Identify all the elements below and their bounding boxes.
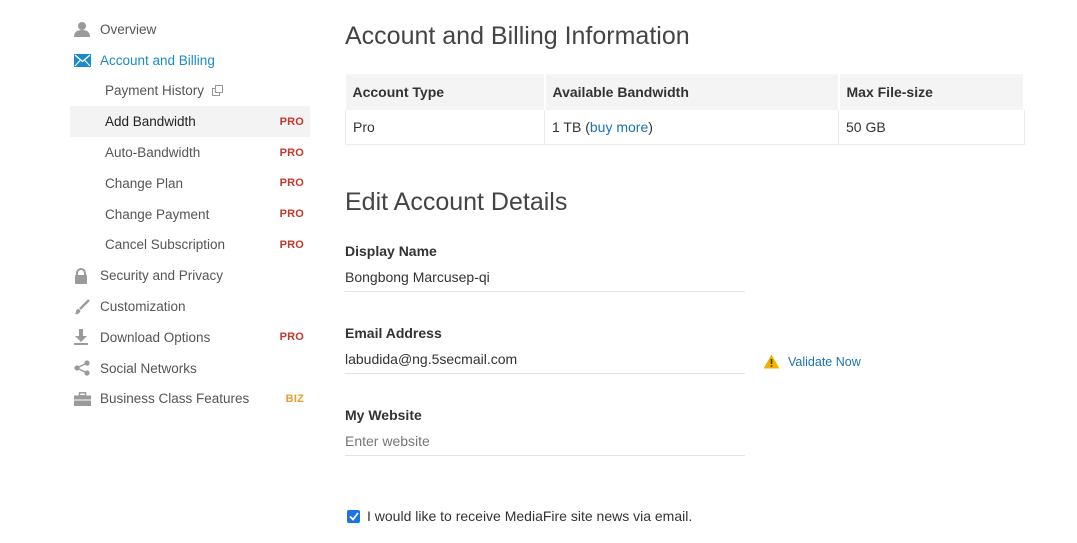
sidebar-item-social-networks[interactable]: Social Networks <box>70 353 310 384</box>
column-header-bandwidth: Available Bandwidth <box>544 74 840 110</box>
sidebar-item-label: Add Bandwidth <box>105 114 196 130</box>
sidebar-item-change-payment[interactable]: Change Payment PRO <box>70 199 310 230</box>
pro-badge: PRO <box>279 208 304 221</box>
warning-icon <box>763 354 780 369</box>
display-name-label: Display Name <box>345 243 437 259</box>
newsletter-label: I would like to receive MediaFire site n… <box>367 508 693 524</box>
max-file-size-value: 50 GB <box>838 110 1025 145</box>
newsletter-checkbox[interactable] <box>347 509 360 523</box>
pro-badge: PRO <box>279 331 304 344</box>
table-row: Pro 1 TB (buy more) 50 GB <box>345 110 1025 145</box>
sidebar-item-business-class[interactable]: Business Class Features BIZ <box>70 384 310 415</box>
sidebar-item-change-plan[interactable]: Change Plan PRO <box>70 168 310 199</box>
column-header-max-file-size: Max File-size <box>838 74 1025 110</box>
page-title: Account and Billing Information <box>345 22 690 50</box>
sidebar-item-account-billing[interactable]: Account and Billing <box>70 45 310 76</box>
sidebar-item-label: Social Networks <box>100 360 197 376</box>
settings-sidebar: Overview Account and Billing Payment His… <box>70 14 310 414</box>
validate-now-link[interactable]: Validate Now <box>763 354 861 369</box>
sidebar-item-label: Overview <box>100 21 157 37</box>
sidebar-item-customization[interactable]: Customization <box>70 291 310 322</box>
sidebar-item-label: Change Payment <box>105 206 210 222</box>
sidebar-item-label: Business Class Features <box>100 391 250 407</box>
website-label: My Website <box>345 407 422 423</box>
sidebar-item-label: Customization <box>100 299 186 315</box>
email-input[interactable] <box>345 345 745 374</box>
email-label: Email Address <box>345 325 442 341</box>
website-input[interactable] <box>345 427 745 456</box>
sidebar-item-label: Security and Privacy <box>100 268 224 284</box>
sidebar-item-label: Cancel Subscription <box>105 237 226 253</box>
pro-badge: PRO <box>279 177 304 190</box>
display-name-input[interactable] <box>345 263 745 292</box>
sidebar-item-cancel-subscription[interactable]: Cancel Subscription PRO <box>70 230 310 261</box>
validate-now-label: Validate Now <box>788 354 861 369</box>
account-type-value: Pro <box>345 110 545 145</box>
biz-badge: BIZ <box>285 392 304 405</box>
share-icon <box>70 360 100 376</box>
pro-badge: PRO <box>279 238 304 251</box>
pro-badge: PRO <box>279 115 304 128</box>
sidebar-item-label: Change Plan <box>105 175 184 191</box>
edit-section-title: Edit Account Details <box>345 188 568 216</box>
sidebar-item-label: Auto-Bandwidth <box>105 145 201 161</box>
sidebar-item-label: Download Options <box>100 329 211 345</box>
brush-icon <box>70 298 100 315</box>
sidebar-item-overview[interactable]: Overview <box>70 14 310 45</box>
lock-icon <box>70 267 100 284</box>
bandwidth-value: 1 TB ( <box>552 119 590 135</box>
envelope-icon <box>70 53 100 67</box>
external-link-icon <box>212 85 224 97</box>
download-icon <box>70 329 100 346</box>
sidebar-item-download-options[interactable]: Download Options PRO <box>70 322 310 353</box>
bandwidth-suffix: ) <box>648 119 653 135</box>
pro-badge: PRO <box>279 146 304 159</box>
user-icon <box>70 21 100 38</box>
sidebar-item-auto-bandwidth[interactable]: Auto-Bandwidth PRO <box>70 137 310 168</box>
sidebar-item-label: Account and Billing <box>100 52 215 68</box>
bandwidth-cell: 1 TB (buy more) <box>544 110 839 145</box>
column-header-account-type: Account Type <box>345 74 546 110</box>
newsletter-option[interactable]: I would like to receive MediaFire site n… <box>347 508 692 524</box>
sidebar-item-security-privacy[interactable]: Security and Privacy <box>70 260 310 291</box>
sidebar-item-add-bandwidth[interactable]: Add Bandwidth PRO <box>70 106 310 138</box>
table-header-row: Account Type Available Bandwidth Max Fil… <box>345 74 1025 110</box>
buy-more-link[interactable]: buy more <box>590 119 648 135</box>
account-info-table: Account Type Available Bandwidth Max Fil… <box>345 74 1025 145</box>
sidebar-item-label: Payment History <box>105 83 205 99</box>
briefcase-icon <box>70 392 100 406</box>
sidebar-item-payment-history[interactable]: Payment History <box>70 76 310 107</box>
